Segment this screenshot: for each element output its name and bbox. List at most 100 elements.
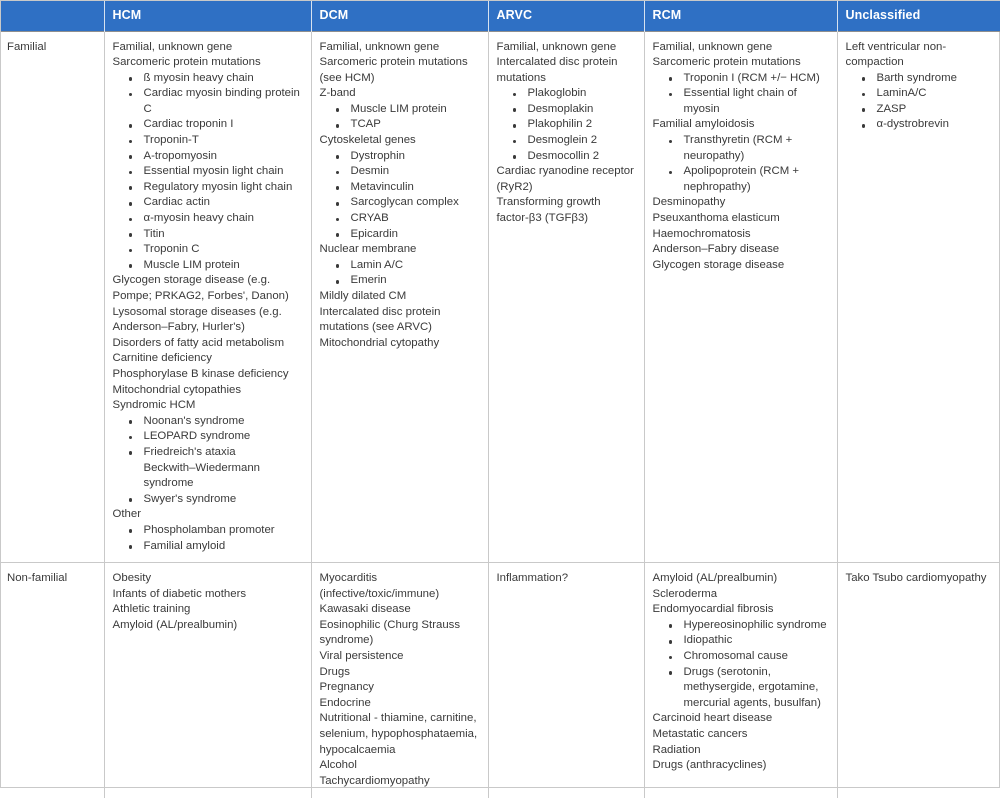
header-arvc: ARVC [488,1,645,31]
list-item: Tako Tsubo cardiomyopathy [845,572,987,585]
list-item-bulleted: ß myosin heavy chain [113,71,303,87]
cardiomyopathy-classification-table: HCM DCM ARVC RCM Unclassified Familial F… [1,1,1000,798]
list-item: Scleroderma [652,587,718,600]
list-item-bulleted: Phospholamban promoter [113,523,303,539]
list-item-bulleted: Hypereosinophilic syndrome [653,618,829,634]
list-item-bulleted: Familial amyloid [113,539,303,555]
list-item: Tachycardiomyopathy [319,774,430,787]
list-item-bulleted: Dystrophin [320,149,480,165]
list-item-bulleted: Cardiac troponin I [113,117,303,133]
header-unclassified: Unclassified [837,1,1000,31]
header-dcm: DCM [311,1,489,31]
list-item: Haemochromatosis [652,227,751,240]
table-header: HCM DCM ARVC RCM Unclassified [1,1,1000,31]
list-item: Syndromic HCM [112,399,196,412]
list-item-bulleted: Transthyretin (RCM + neuropathy) [653,133,829,164]
list-item: Phosphorylase B kinase deficiency [112,367,289,380]
list-non-familial-dcm: Myocarditis (infective/toxic/immune) Kawa… [320,571,480,789]
cell-familial-rcm: Familial, unknown gene Sarcomeric protein… [644,30,838,563]
cell-familial-dcm: Familial, unknown gene Sarcomeric protein… [311,30,489,563]
list-non-familial-rcm: Amyloid (AL/prealbumin) Scleroderma Endomy… [653,571,829,774]
list-item-bulleted: Muscle LIM protein [320,102,480,118]
table-body: Familial Familial, unknown gene Sarcomeri… [1,30,1000,798]
list-item: Anderson–Fabry disease [652,243,780,256]
list-item-bulleted: Desmoglein 2 [497,133,636,149]
row-label-non-familial: Non-familial [1,562,105,798]
list-item-bulleted: Barth syndrome [846,71,994,87]
list-item-bulleted: Essential light chain of myosin [653,86,829,117]
list-item: Amyloid (AL/prealbumin) [112,618,238,631]
list-item-bulleted: Troponin-T [113,133,303,149]
list-item: Drugs [319,665,350,678]
header-hcm: HCM [104,1,312,31]
cell-familial-unclassified: Left ventricular non-compaction Barth syn… [837,30,1000,563]
list-item-bulleted: Troponin I (RCM +/− HCM) [653,71,829,87]
list-item-bulleted: Plakophilin 2 [497,117,636,133]
cell-familial-hcm: Familial, unknown gene Sarcomeric protein… [104,30,312,563]
list-item: Sarcomeric protein mutations [652,56,801,69]
list-item-bulleted: LEOPARD syndrome [113,429,303,445]
list-item: Mitochondrial cytopathies [112,383,242,396]
list-item: Sarcomeric protein mutations (see HCM) [319,56,468,84]
table-row-non-familial: Non-familial Obesity Infants of diabetic … [1,562,1000,798]
table-row-familial: Familial Familial, unknown gene Sarcomeri… [1,30,1000,563]
list-item-bulleted: Cardiac myosin binding protein C [113,86,303,117]
list-item-bulleted: α-myosin heavy chain [113,211,303,227]
list-item: Transforming growth factor-β3 (TGFβ3) [496,196,601,225]
list-familial-rcm: Familial, unknown gene Sarcomeric protein… [653,40,829,274]
list-item: Carcinoid heart disease [652,712,773,725]
list-item-bulleted: Regulatory myosin light chain [113,180,303,196]
list-item: Left ventricular non-compaction [845,40,947,69]
list-item: Metastatic cancers [652,728,748,741]
list-item-bulleted: LaminA/C [846,86,994,102]
list-item-bulleted: Friedreich's ataxia [113,445,303,461]
list-item-bulleted: Epicardin [320,227,480,243]
list-item-bulleted: Essential myosin light chain [113,164,303,180]
list-item: Kawasaki disease [319,603,411,616]
list-item: Familial, unknown gene [496,40,617,53]
list-item-bulleted: Noonan's syndrome [113,414,303,430]
list-item-bulleted: Troponin C [113,242,303,258]
list-item: Nuclear membrane [319,243,417,256]
list-item: Endomyocardial fibrosis [652,603,774,616]
list-item: Alcohol [319,759,357,772]
list-item-bulleted: Metavinculin [320,180,480,196]
header-row: HCM DCM ARVC RCM Unclassified [1,1,1000,31]
header-corner [1,1,105,31]
list-item-bulleted: Sarcoglycan complex [320,195,480,211]
list-item: Disorders of fatty acid metabolism [112,336,285,349]
list-familial-arvc: Familial, unknown gene Intercalated disc … [497,40,636,227]
list-familial-hcm: Familial, unknown gene Sarcomeric protein… [113,40,303,555]
list-item-bulleted: TCAP [320,117,480,133]
cell-non-familial-arvc: Inflammation? [488,562,645,798]
list-item: Pseuxanthoma elasticum [652,212,780,225]
list-item: Familial, unknown gene [112,40,233,53]
list-item-bulleted: Swyer's syndrome [113,492,303,508]
list-item: Glycogen storage disease [652,258,785,271]
list-item: Pregnancy [319,681,374,694]
list-item: Inflammation? [496,572,569,585]
list-item: Z-band [319,87,356,100]
cell-non-familial-unclassified: Tako Tsubo cardiomyopathy [837,562,1000,798]
list-item-bulleted: A-tropomyosin [113,149,303,165]
list-non-familial-unclassified: Tako Tsubo cardiomyopathy [846,571,994,587]
list-item: Familial, unknown gene [652,40,773,53]
list-item: Amyloid (AL/prealbumin) [652,572,778,585]
list-item: Familial, unknown gene [319,40,440,53]
list-item-bulleted: Idiopathic [653,633,829,649]
list-item-bulleted: CRYAB [320,211,480,227]
list-item-bulleted: Muscle LIM protein [113,258,303,274]
list-item: Myocarditis (infective/toxic/immune) [319,572,440,600]
cell-non-familial-rcm: Amyloid (AL/prealbumin) Scleroderma Endomy… [644,562,838,798]
list-item: Sarcomeric protein mutations [112,56,261,69]
list-item: Mitochondrial cytopathy [319,336,440,349]
list-item-bulleted: α-dystrobrevin [846,117,994,133]
list-item-bulleted: Apolipoprotein (RCM + nephropathy) [653,164,829,195]
list-item: Radiation [652,743,701,756]
list-item: Viral persistence [319,650,404,663]
cell-non-familial-hcm: Obesity Infants of diabetic mothers Athlet… [104,562,312,798]
list-familial-dcm: Familial, unknown gene Sarcomeric protein… [320,40,480,352]
list-item: Mildly dilated CM [319,290,407,302]
list-item-bulleted: Desmoplakin [497,102,636,118]
list-item: Glycogen storage disease (e.g. Pompe; PR… [112,274,289,302]
